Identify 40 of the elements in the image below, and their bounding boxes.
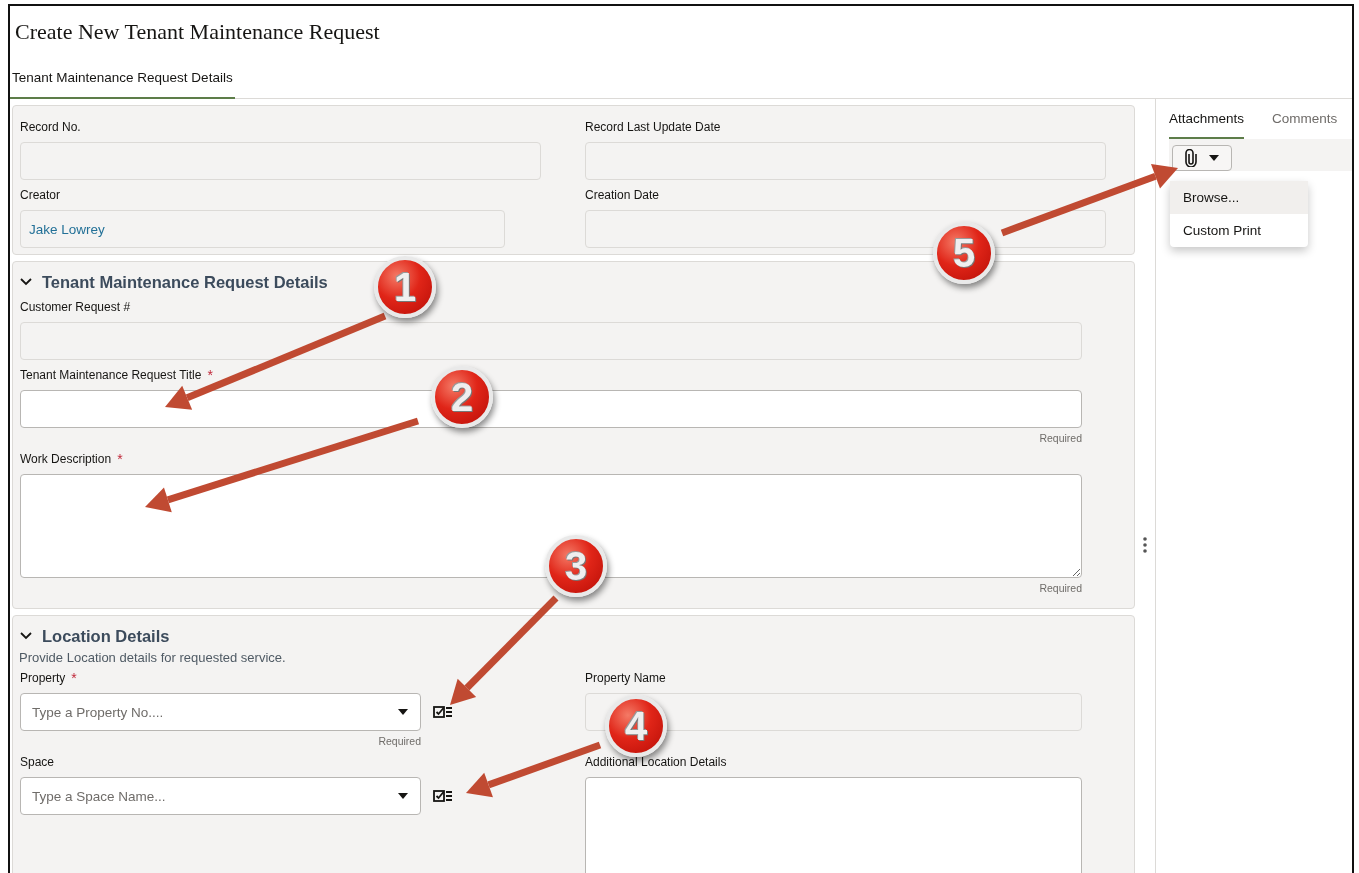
menu-item[interactable]: Custom Print xyxy=(1170,214,1308,247)
page-title: Create New Tenant Maintenance Request xyxy=(14,18,381,46)
combo-field[interactable]: Type a Property No.... xyxy=(20,693,421,731)
field-label: Property Name xyxy=(585,671,666,685)
field-label: Creator xyxy=(20,188,60,202)
textarea-field[interactable] xyxy=(20,474,1082,578)
menu-item[interactable]: Browse... xyxy=(1170,181,1308,214)
required-asterisk: * xyxy=(71,670,77,686)
section-description: Provide Location details for requested service. xyxy=(19,650,287,665)
field-label: Property xyxy=(20,671,66,685)
checklist-icon[interactable] xyxy=(433,789,453,803)
checklist-icon[interactable] xyxy=(433,705,453,719)
combo-field[interactable]: Type a Space Name... xyxy=(20,777,421,815)
attach-menu-button[interactable] xyxy=(1172,145,1232,171)
field-label: Record Last Update Date xyxy=(585,120,721,134)
caret-down-icon xyxy=(398,793,408,799)
caret-down-icon xyxy=(398,709,408,715)
hint-text: Required xyxy=(377,735,421,747)
field-label: Work Description xyxy=(20,452,112,466)
field-label: Space xyxy=(20,755,55,769)
panel-tab[interactable]: Comments xyxy=(1272,99,1338,139)
readonly-field: Jake Lowrey xyxy=(20,210,505,248)
field-label: Customer Request # xyxy=(20,300,131,314)
page-tab[interactable]: Tenant Maintenance Request Details xyxy=(10,58,235,99)
hint-text: Required xyxy=(1038,582,1082,594)
chevron-down-icon[interactable] xyxy=(20,278,32,286)
splitter-handle-icon[interactable] xyxy=(1143,537,1147,553)
section-title: Tenant Maintenance Request Details xyxy=(42,272,328,292)
required-asterisk: * xyxy=(117,451,123,467)
caret-down-icon xyxy=(1209,155,1219,161)
field-label: Tenant Maintenance Request Title xyxy=(20,368,202,382)
field-label: Record No. xyxy=(20,120,81,134)
chevron-down-icon[interactable] xyxy=(20,632,32,640)
paperclip-icon xyxy=(1185,149,1197,167)
hint-text: Required xyxy=(1038,432,1082,444)
textarea-field[interactable] xyxy=(585,777,1082,873)
section-title: Location Details xyxy=(42,626,170,646)
field-label: Creation Date xyxy=(585,188,660,202)
required-asterisk: * xyxy=(207,367,213,383)
field-label: Additional Location Details xyxy=(585,755,727,769)
